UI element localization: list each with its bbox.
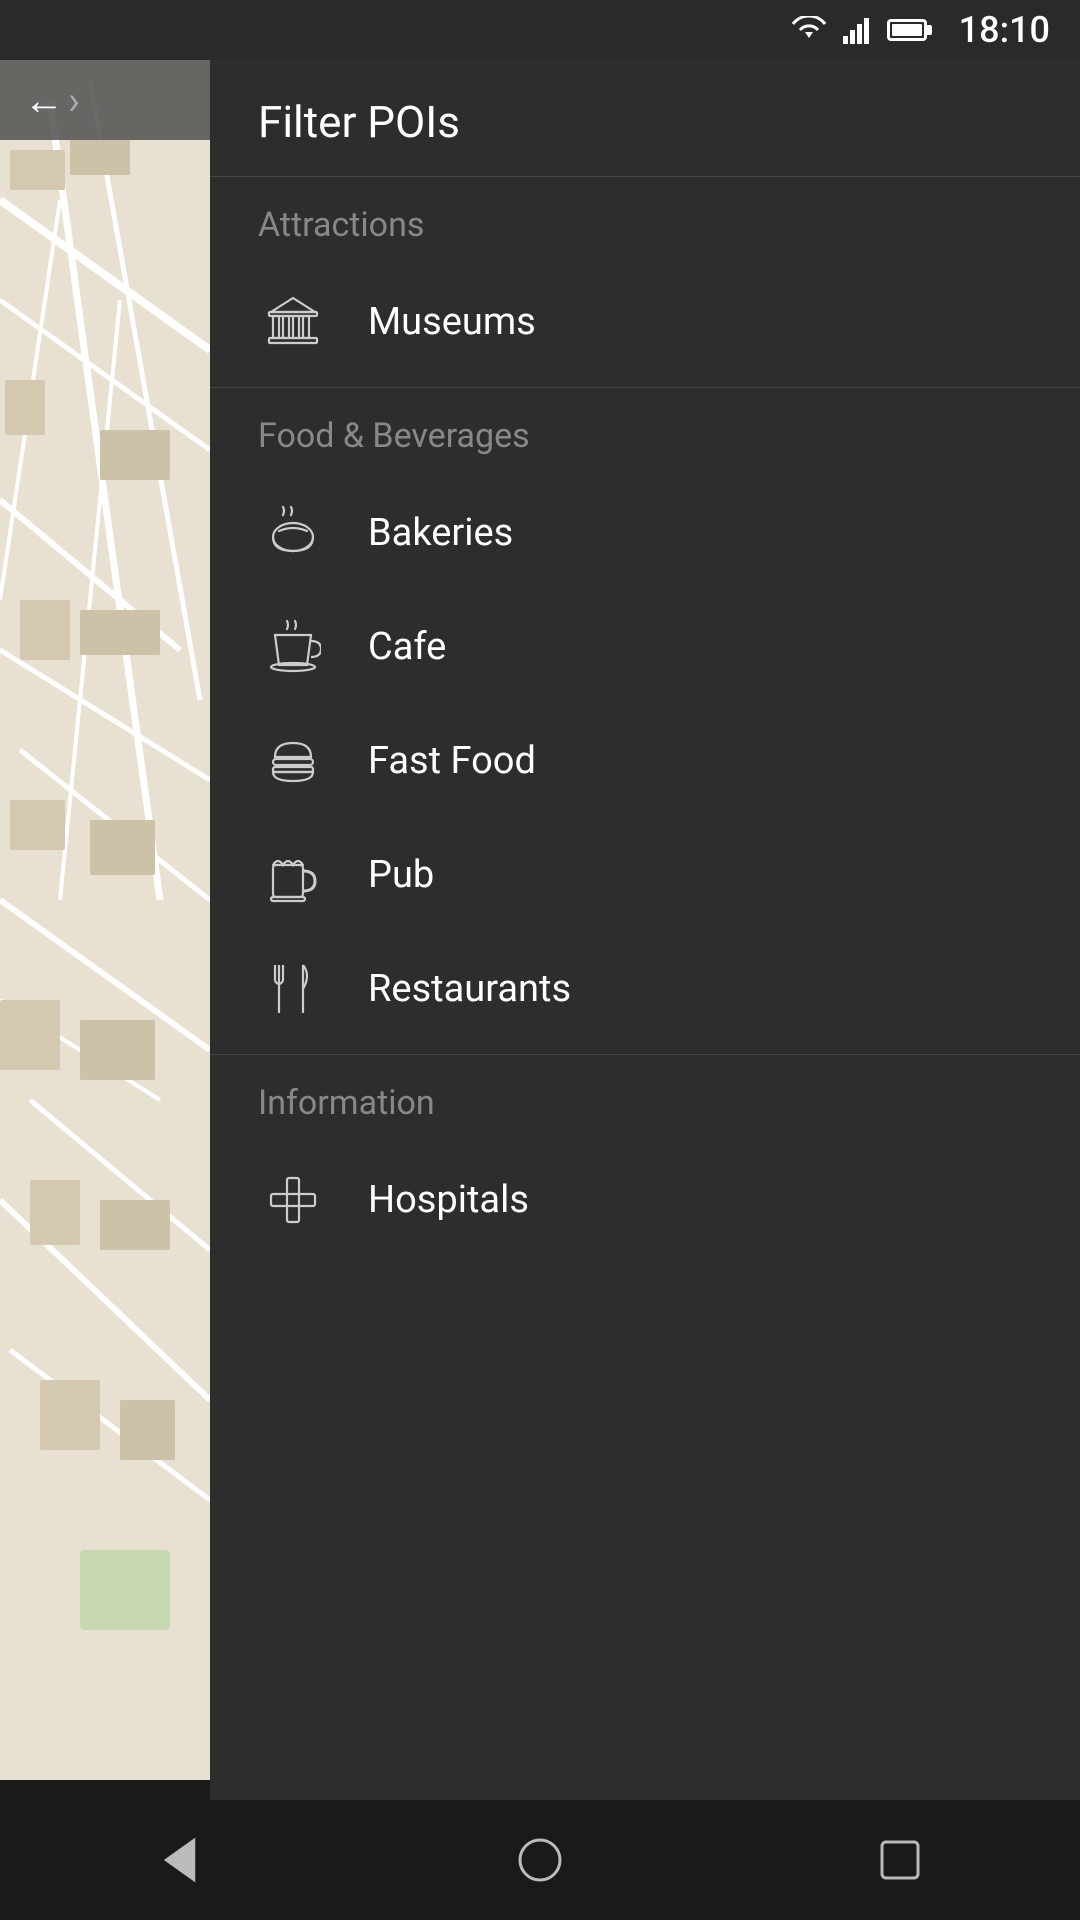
chevron-right-icon: › (68, 77, 80, 124)
poi-item-pub[interactable]: Pub (210, 818, 1080, 932)
poi-label-pub: Pub (368, 853, 434, 897)
nav-recents-icon (874, 1834, 926, 1886)
nav-back-button[interactable] (120, 1800, 240, 1920)
restaurant-icon (258, 954, 328, 1024)
poi-label-cafe: Cafe (368, 625, 446, 669)
status-icons: 18:10 (791, 9, 1050, 51)
category-label-attractions: Attractions (210, 205, 1080, 265)
poi-item-bakeries[interactable]: Bakeries (210, 476, 1080, 590)
poi-label-museums: Museums (368, 300, 536, 344)
map-background (0, 0, 210, 1780)
poi-label-restaurants: Restaurants (368, 967, 571, 1011)
bakery-icon (258, 498, 328, 568)
section-food-beverages: Food & Beverages Bakeries (210, 388, 1080, 1055)
category-label-information: Information (210, 1083, 1080, 1143)
filter-drawer: Filter POIs Attractions Museums Foo (210, 60, 1080, 1800)
nav-back-icon (154, 1834, 206, 1886)
section-information: Information Hospitals (210, 1055, 1080, 1265)
battery-icon (887, 19, 927, 41)
nav-recents-button[interactable] (840, 1800, 960, 1920)
wifi-icon (791, 16, 827, 44)
poi-label-bakeries: Bakeries (368, 511, 513, 555)
poi-label-fast-food: Fast Food (368, 739, 536, 783)
cafe-icon (258, 612, 328, 682)
poi-item-museums[interactable]: Museums (210, 265, 1080, 379)
nav-home-button[interactable] (480, 1800, 600, 1920)
poi-item-cafe[interactable]: Cafe (210, 590, 1080, 704)
status-time: 18:10 (959, 9, 1050, 51)
poi-item-restaurants[interactable]: Restaurants (210, 932, 1080, 1046)
section-attractions: Attractions Museums (210, 177, 1080, 388)
drawer-title: Filter POIs (258, 96, 460, 148)
drawer-header: Filter POIs (210, 60, 1080, 177)
pub-icon (258, 840, 328, 910)
signal-icon (843, 16, 871, 44)
back-arrow-icon[interactable]: ← (24, 77, 64, 124)
poi-label-hospitals: Hospitals (368, 1178, 529, 1222)
poi-item-fast-food[interactable]: Fast Food (210, 704, 1080, 818)
back-button-area: ← › (0, 60, 210, 140)
category-label-food: Food & Beverages (210, 416, 1080, 476)
nav-bar (0, 1800, 1080, 1920)
status-bar: 18:10 (0, 0, 1080, 60)
poi-item-hospitals[interactable]: Hospitals (210, 1143, 1080, 1257)
fast-food-icon (258, 726, 328, 796)
nav-home-icon (514, 1834, 566, 1886)
museum-icon (258, 287, 328, 357)
hospital-icon (258, 1165, 328, 1235)
